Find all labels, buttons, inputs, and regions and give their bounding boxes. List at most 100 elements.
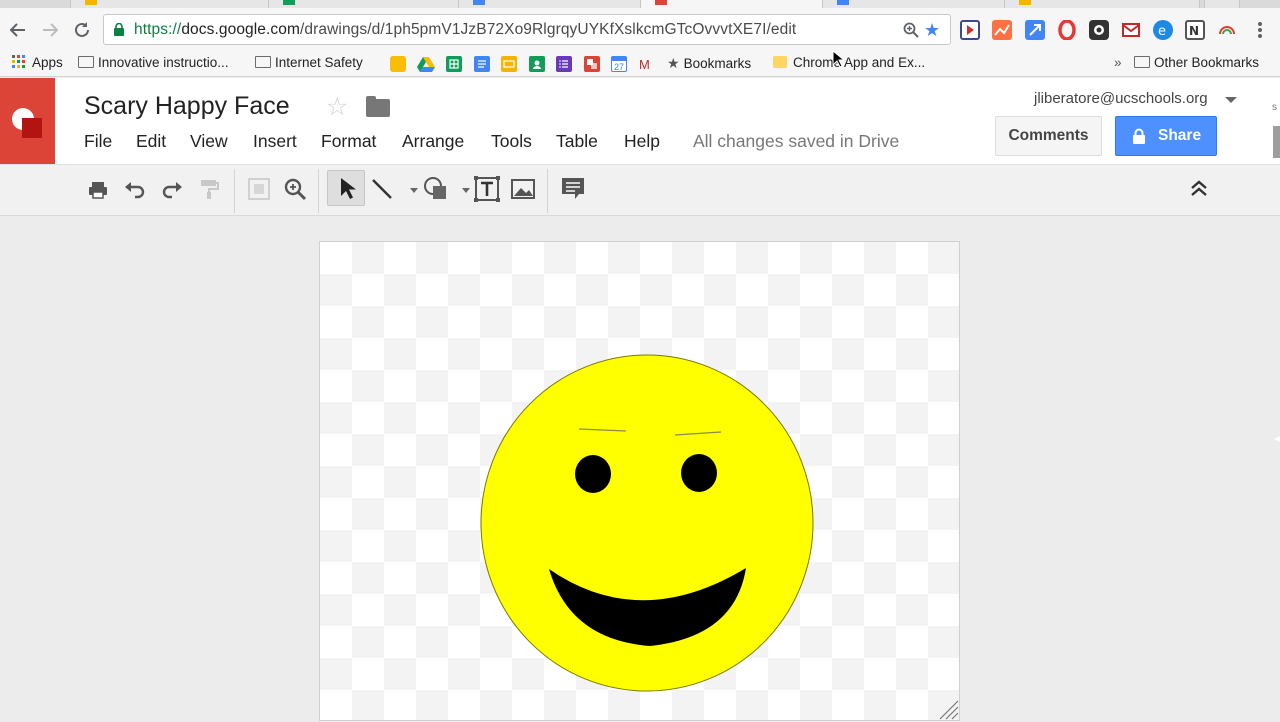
comments-button[interactable]: Comments [995, 116, 1102, 156]
extension-rainbow-icon[interactable] [1217, 20, 1237, 40]
extension-chart-icon[interactable] [992, 20, 1012, 40]
print-icon [89, 182, 107, 199]
menu-view[interactable]: View [190, 131, 228, 152]
slides-bookmark-icon[interactable] [501, 56, 517, 72]
menu-edit[interactable]: Edit [136, 131, 166, 152]
calendar-day-label: 27 [614, 62, 624, 71]
keep-bookmark-icon[interactable] [390, 56, 406, 72]
svg-text:e: e [1158, 24, 1166, 39]
menu-insert[interactable]: Insert [253, 131, 297, 152]
shape-tool-button[interactable] [421, 175, 449, 203]
paint-format-button[interactable] [195, 175, 223, 203]
browser-tab-strip [0, 0, 1280, 8]
move-to-folder-icon[interactable] [366, 96, 390, 117]
browser-tab[interactable] [1004, 0, 1200, 8]
extension-camera-icon[interactable] [1089, 20, 1109, 40]
select-tool-button[interactable] [327, 170, 365, 206]
reload-button[interactable] [71, 19, 93, 41]
undo-button[interactable] [121, 175, 149, 203]
overflow-chevron-icon: » [1114, 55, 1122, 70]
line-type-dropdown[interactable] [400, 175, 418, 203]
gmail-bookmark-icon[interactable]: M [638, 56, 654, 72]
document-title[interactable]: Scary Happy Face [84, 92, 290, 121]
bookmark-bookmarks[interactable]: ★ Bookmarks [667, 54, 751, 72]
collapse-toolbar-button[interactable] [1185, 175, 1213, 203]
bookmark-apps[interactable]: Apps [11, 54, 63, 72]
edge-marker-icon [1274, 436, 1280, 442]
mouse-cursor-icon [832, 50, 844, 68]
drawing-toolbar [0, 164, 1280, 216]
folder-icon [78, 56, 94, 68]
bookmark-internet-safety-folder[interactable]: Internet Safety [255, 54, 363, 72]
extension-expand-icon[interactable] [1025, 20, 1045, 40]
docs-bookmark-icon[interactable] [474, 56, 490, 72]
save-status[interactable]: All changes saved in Drive [693, 131, 899, 152]
toolbar-separator [234, 169, 235, 213]
page-zoom-icon[interactable] [902, 21, 920, 39]
share-button[interactable]: Share [1115, 116, 1217, 156]
classroom-bookmark-icon[interactable] [529, 56, 545, 72]
browser-menu-icon[interactable] [1252, 21, 1268, 39]
back-button[interactable] [7, 19, 29, 41]
account-email[interactable]: jliberatore@ucschools.org [1034, 90, 1208, 107]
tab-favicon [837, 0, 849, 5]
gmail-logo-text: M [639, 57, 650, 72]
forms-bookmark-icon[interactable] [556, 56, 572, 72]
bookmark-label: Chrome App and Ex... [793, 55, 926, 70]
line-icon [372, 179, 392, 199]
calendar-bookmark-icon[interactable]: 27 [611, 56, 627, 72]
menu-table[interactable]: Table [556, 131, 598, 152]
drawings-home-logo[interactable] [0, 78, 55, 164]
insert-image-button[interactable] [509, 175, 537, 203]
browser-tab[interactable] [70, 0, 270, 8]
menu-arrange[interactable]: Arrange [402, 131, 464, 152]
canvas-resize-handle[interactable] [936, 700, 960, 720]
new-tab-button[interactable] [1204, 0, 1240, 8]
left-eye-shape[interactable] [575, 455, 611, 493]
bookmark-chrome-apps[interactable]: Chrome App and Ex... [773, 54, 925, 72]
extension-onenote-icon[interactable]: N [1185, 20, 1205, 40]
bookmarks-overflow-button[interactable]: » [1114, 54, 1122, 72]
bookmark-innovative-folder[interactable]: Innovative instructio... [78, 54, 229, 72]
logo-shape [22, 118, 42, 138]
drawing-canvas[interactable] [319, 241, 960, 721]
menu-help[interactable]: Help [624, 131, 660, 152]
reload-icon [75, 22, 89, 37]
drawings-bookmark-icon[interactable] [584, 56, 600, 72]
url-text: https://docs.google.com/drawings/d/1ph5p… [134, 21, 796, 39]
url-path: /drawings/d/1ph5pmV1JzB72Xo9RlgrqyUYKfXs… [300, 21, 797, 38]
line-tool-button[interactable] [368, 175, 396, 203]
address-bar[interactable]: https://docs.google.com/drawings/d/1ph5p… [103, 14, 951, 45]
print-button[interactable] [84, 175, 112, 203]
add-comment-button[interactable] [559, 175, 587, 203]
folder-icon [255, 56, 271, 68]
zoom-fit-button[interactable] [245, 175, 273, 203]
bookmark-other-folder[interactable]: Other Bookmarks [1134, 54, 1259, 72]
star-icon: ★ [667, 55, 680, 71]
redo-button[interactable] [158, 175, 186, 203]
tab-favicon [1019, 0, 1031, 5]
right-eye-shape[interactable] [681, 454, 717, 492]
forward-button[interactable] [39, 19, 61, 41]
shape-type-dropdown[interactable] [452, 175, 470, 203]
text-box-button[interactable] [473, 175, 501, 203]
extension-opera-icon[interactable] [1057, 19, 1077, 41]
bookmark-label: Innovative instructio... [98, 55, 229, 70]
account-dropdown-icon[interactable] [1225, 97, 1237, 103]
edge-panel-icon: s [1272, 102, 1280, 158]
menu-tools[interactable]: Tools [491, 131, 532, 152]
bookmark-star-icon[interactable]: ★ [924, 20, 944, 40]
extension-edge-icon[interactable]: e [1153, 20, 1173, 40]
drive-bookmark-icon[interactable] [417, 56, 435, 72]
browser-tab-active[interactable] [640, 0, 824, 8]
star-document-icon[interactable]: ☆ [326, 94, 348, 120]
zoom-button[interactable] [281, 175, 309, 203]
browser-tab[interactable] [268, 0, 460, 8]
browser-tab[interactable] [458, 0, 642, 8]
extension-gmail-icon[interactable] [1121, 20, 1141, 40]
menu-format[interactable]: Format [321, 131, 376, 152]
menu-file[interactable]: File [84, 131, 112, 152]
extension-video-icon[interactable] [960, 20, 980, 40]
browser-tab[interactable] [822, 0, 1006, 8]
sheets-bookmark-icon[interactable] [446, 56, 462, 72]
